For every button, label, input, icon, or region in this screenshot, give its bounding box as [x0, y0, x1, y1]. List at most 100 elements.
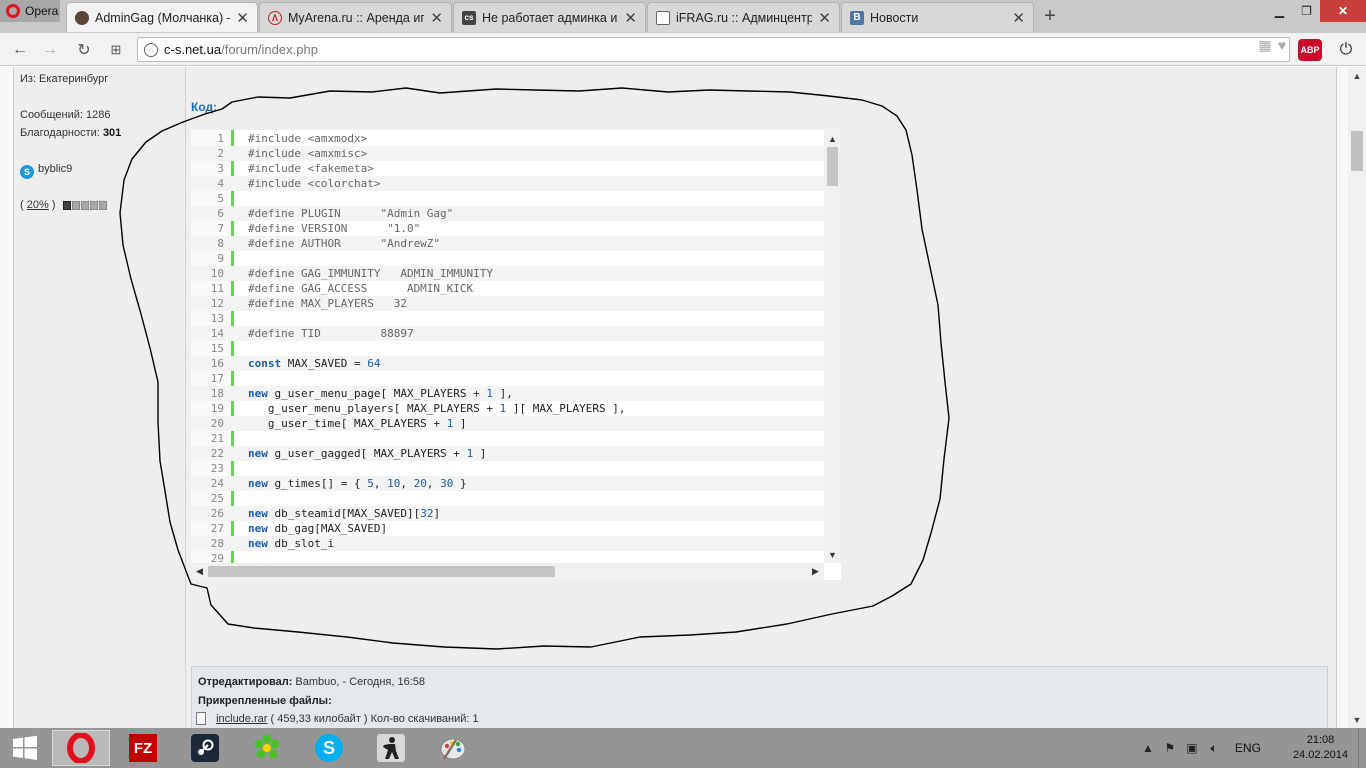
opera-app[interactable]: [52, 730, 110, 766]
reputation-percent[interactable]: 20%: [27, 199, 49, 211]
scroll-right-icon[interactable]: ▶: [807, 563, 824, 580]
window-controls: ▁ ❐ ✕: [1266, 0, 1366, 22]
opera-icon: [67, 733, 95, 763]
minimize-icon[interactable]: ▁: [1266, 0, 1293, 22]
address-bar-actions: ▦ ♥: [1258, 37, 1286, 54]
windows-taskbar: FZ S ▲ ⚑ ▣ 🔈︎ ENG 21:08 24.02.2014: [0, 728, 1366, 768]
attachment-link[interactable]: include.rar: [216, 713, 267, 725]
code-block[interactable]: 1 #include <amxmodx> 2 #include <amxmisc> 3 #…: [191, 130, 841, 580]
close-tab-icon[interactable]: ✕: [624, 9, 637, 27]
counter-strike-app[interactable]: [362, 730, 420, 766]
code-token: #define TID 88897: [248, 327, 414, 340]
scroll-thumb[interactable]: [827, 147, 838, 186]
line-number: 21: [210, 432, 224, 445]
code-text: #include <fakemeta>: [248, 161, 374, 176]
code-line: 17: [191, 371, 824, 386]
code-line: 25: [191, 491, 824, 506]
skype-app[interactable]: S: [300, 730, 358, 766]
paint-app[interactable]: [424, 730, 482, 766]
close-window-icon[interactable]: ✕: [1320, 0, 1366, 22]
user-skype[interactable]: Sbyblic9: [20, 163, 72, 179]
tab-admingag[interactable]: AdminGag (Молчанка) — ✕: [66, 2, 258, 32]
volume-icon[interactable]: 🔈︎: [1203, 741, 1225, 756]
opera-menu-label: Opera: [25, 4, 59, 18]
close-tab-icon[interactable]: ✕: [236, 9, 249, 27]
code-horizontal-scrollbar[interactable]: ◀ ▶: [191, 563, 824, 580]
code-line: 20 g_user_time[ MAX_PLAYERS + 1 ]: [191, 416, 824, 431]
show-hidden-icons-icon[interactable]: ▲: [1137, 741, 1159, 755]
code-token: 20: [413, 477, 427, 490]
tab-admin-issue[interactable]: cs Не работает админка и п ✕: [453, 2, 646, 32]
code-token: db_slot_i: [267, 537, 335, 550]
user-messages-count: Сообщений: 1286: [20, 109, 111, 121]
code-text: #define TID 88897: [248, 326, 414, 341]
scroll-left-icon[interactable]: ◀: [191, 563, 208, 580]
steam-app[interactable]: [176, 730, 234, 766]
code-vertical-scrollbar[interactable]: ▲ ▼: [824, 130, 841, 563]
opera-logo-icon: [6, 4, 20, 18]
opera-menu-button[interactable]: Opera: [0, 0, 60, 22]
scroll-thumb[interactable]: [208, 566, 555, 577]
tab-myarena[interactable]: Λ MyArena.ru :: Аренда игро ✕: [259, 2, 452, 32]
close-tab-icon[interactable]: ✕: [430, 9, 443, 27]
tab-news[interactable]: B Новости ✕: [841, 2, 1034, 32]
line-number: 13: [210, 312, 224, 325]
address-bar[interactable]: ◌ c-s.net.ua/forum/index.php: [137, 37, 1290, 62]
code-line: 1 #include <amxmodx>: [191, 131, 824, 146]
heart-icon[interactable]: ♥: [1278, 37, 1286, 54]
tab-title: Новости: [870, 10, 919, 25]
close-tab-icon[interactable]: ✕: [818, 9, 831, 27]
close-tab-icon[interactable]: ✕: [1012, 9, 1025, 27]
filezilla-app[interactable]: FZ: [114, 730, 172, 766]
code-text: #define VERSION "1.0": [248, 221, 420, 236]
line-number: 6: [217, 207, 224, 220]
code-token: #define GAG_ACCESS ADMIN_KICK: [248, 282, 474, 295]
scroll-down-icon[interactable]: ▼: [824, 546, 841, 563]
scroll-up-icon[interactable]: ▲: [824, 130, 841, 147]
language-indicator[interactable]: ENG: [1225, 741, 1267, 755]
code-text: #define GAG_ACCESS ADMIN_KICK: [248, 281, 473, 296]
user-profile-panel: Из: Екатеринбург Сообщений: 1286 Благода…: [14, 67, 186, 728]
reload-icon[interactable]: ↻: [73, 39, 95, 61]
tab-ifrag[interactable]: iFRAG.ru :: Админцентр - ✕: [647, 2, 840, 32]
reputation-segment: [71, 201, 80, 210]
action-center-flag-icon[interactable]: ⚑: [1159, 741, 1181, 755]
code-line: 12 #define MAX_PLAYERS 32: [191, 296, 824, 311]
start-button[interactable]: [0, 730, 50, 766]
globe-icon: ◌: [144, 42, 158, 57]
stash-grid-icon[interactable]: ▦: [1258, 37, 1271, 54]
code-line: 5: [191, 191, 824, 206]
restore-icon[interactable]: ❐: [1293, 0, 1320, 22]
show-desktop-button[interactable]: [1358, 728, 1366, 768]
back-arrow-icon[interactable]: ←: [9, 39, 31, 61]
code-token: #define PLUGIN "Admin Gag": [248, 207, 454, 220]
icq-app[interactable]: [238, 730, 296, 766]
extension-menu-icon[interactable]: ⏻: [1335, 39, 1357, 61]
speed-dial-grid-icon[interactable]: ⊞: [105, 39, 127, 61]
code-text: const MAX_SAVED = 64: [248, 356, 380, 371]
new-tab-button[interactable]: +: [1040, 5, 1060, 28]
browser-toolbar: ← → ↻ ⊞ ◌ c-s.net.ua/forum/index.php ▦ ♥…: [0, 33, 1366, 66]
code-line: 9: [191, 251, 824, 266]
adblock-extension-button[interactable]: ABP: [1298, 39, 1322, 61]
scroll-up-icon[interactable]: ▲: [1348, 67, 1366, 84]
page-right-border: [1336, 67, 1348, 728]
scroll-thumb[interactable]: [1351, 131, 1363, 171]
forward-arrow-icon[interactable]: →: [39, 39, 61, 61]
tab-title: AdminGag (Молчанка) —: [95, 10, 231, 25]
scroll-down-icon[interactable]: ▼: [1348, 711, 1366, 728]
page-vertical-scrollbar[interactable]: ▲ ▼: [1348, 67, 1366, 728]
windows-logo-icon: [13, 735, 37, 760]
network-icon[interactable]: ▣: [1181, 741, 1203, 755]
code-line: 13: [191, 311, 824, 326]
code-token: 10: [387, 477, 401, 490]
clock[interactable]: 21:08 24.02.2014: [1267, 733, 1358, 763]
edited-info: Отредактировал: Bambuo, - Сегодня, 16:58: [198, 676, 425, 688]
tab-title: MyArena.ru :: Аренда игро: [288, 10, 425, 25]
line-number: 12: [210, 297, 224, 310]
code-line: 3 #include <fakemeta>: [191, 161, 824, 176]
code-label: Код:: [191, 100, 218, 114]
tab-title: Не работает админка и п: [482, 10, 619, 25]
clock-time: 21:08: [1306, 734, 1335, 746]
skype-name[interactable]: byblic9: [38, 163, 72, 175]
